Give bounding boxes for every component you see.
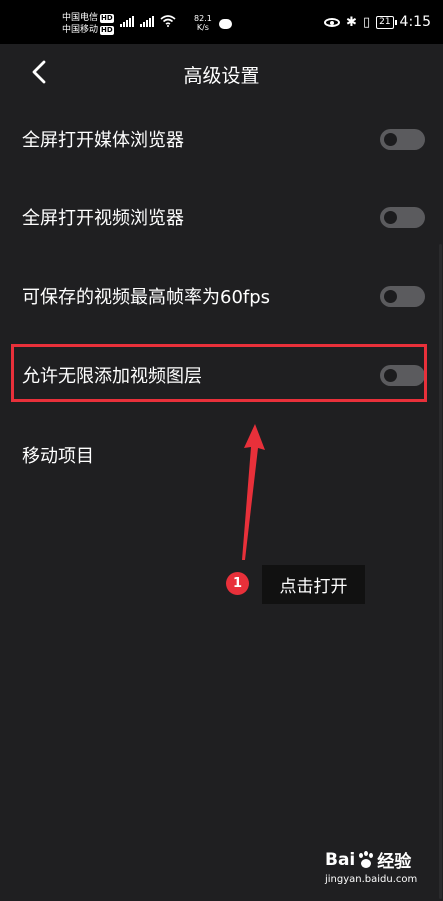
baidu-watermark: Bai 经验 jingyan.baidu.com xyxy=(325,847,420,897)
step-number-badge: 1 xyxy=(226,572,249,595)
toggle-knob xyxy=(384,132,397,146)
paw-logo-icon xyxy=(357,850,375,869)
scrollbar[interactable] xyxy=(439,244,442,899)
toggle-switch[interactable] xyxy=(380,285,425,307)
system-status: ✱ ▯ 21 4:15 xyxy=(324,14,431,30)
carrier-2: 中国移动 xyxy=(62,25,99,35)
toggle-knob xyxy=(384,210,397,224)
setting-label: 全屏打开媒体浏览器 xyxy=(22,130,184,151)
annotation-tooltip: 点击打开 xyxy=(262,565,365,604)
signal-icons xyxy=(120,15,176,27)
page-title: 高级设置 xyxy=(183,65,260,87)
toggle-knob xyxy=(384,289,397,303)
setting-label: 全屏打开视频浏览器 xyxy=(22,208,184,229)
bluetooth-icon: ✱ xyxy=(346,14,357,30)
setting-label: 可保存的视频最高帧率为60fps xyxy=(22,287,271,308)
chat-icon xyxy=(219,19,232,29)
eye-icon xyxy=(324,17,341,27)
watermark-brand-suffix: 经验 xyxy=(377,852,412,872)
wifi-icon xyxy=(160,15,176,27)
toggle-switch[interactable] xyxy=(380,206,425,228)
vibrate-icon: ▯ xyxy=(362,14,371,30)
setting-fullscreen-media-browser[interactable]: 全屏打开媒体浏览器 xyxy=(0,109,443,169)
watermark-brand: Bai xyxy=(325,849,356,870)
setting-label: 移动项目 xyxy=(22,446,94,467)
network-speed: 82.1 K/s xyxy=(194,14,212,32)
hd-badge: HD xyxy=(100,25,114,35)
app-header: 高级设置 xyxy=(0,44,443,102)
carrier-1: 中国电信 xyxy=(62,13,99,23)
watermark-url: jingyan.baidu.com xyxy=(325,874,418,885)
toggle-switch[interactable] xyxy=(380,128,425,150)
clock: 4:15 xyxy=(399,14,431,30)
pointer-arrow-icon xyxy=(242,424,265,560)
carrier-info: 中国电信 HD 中国移动 HD xyxy=(62,12,114,36)
setting-move-project[interactable]: 移动项目 xyxy=(0,425,443,485)
highlight-box xyxy=(11,344,427,402)
hd-badge: HD xyxy=(100,13,114,23)
signal-icon xyxy=(120,16,134,27)
setting-fullscreen-video-browser[interactable]: 全屏打开视频浏览器 xyxy=(0,187,443,247)
setting-max-framerate-60fps[interactable]: 可保存的视频最高帧率为60fps xyxy=(0,266,443,326)
signal-icon xyxy=(140,16,154,27)
battery-icon: 21 xyxy=(376,15,398,29)
status-bar: 中国电信 HD 中国移动 HD 82.1 K/s ✱ ▯ 21 4:15 xyxy=(0,0,443,44)
